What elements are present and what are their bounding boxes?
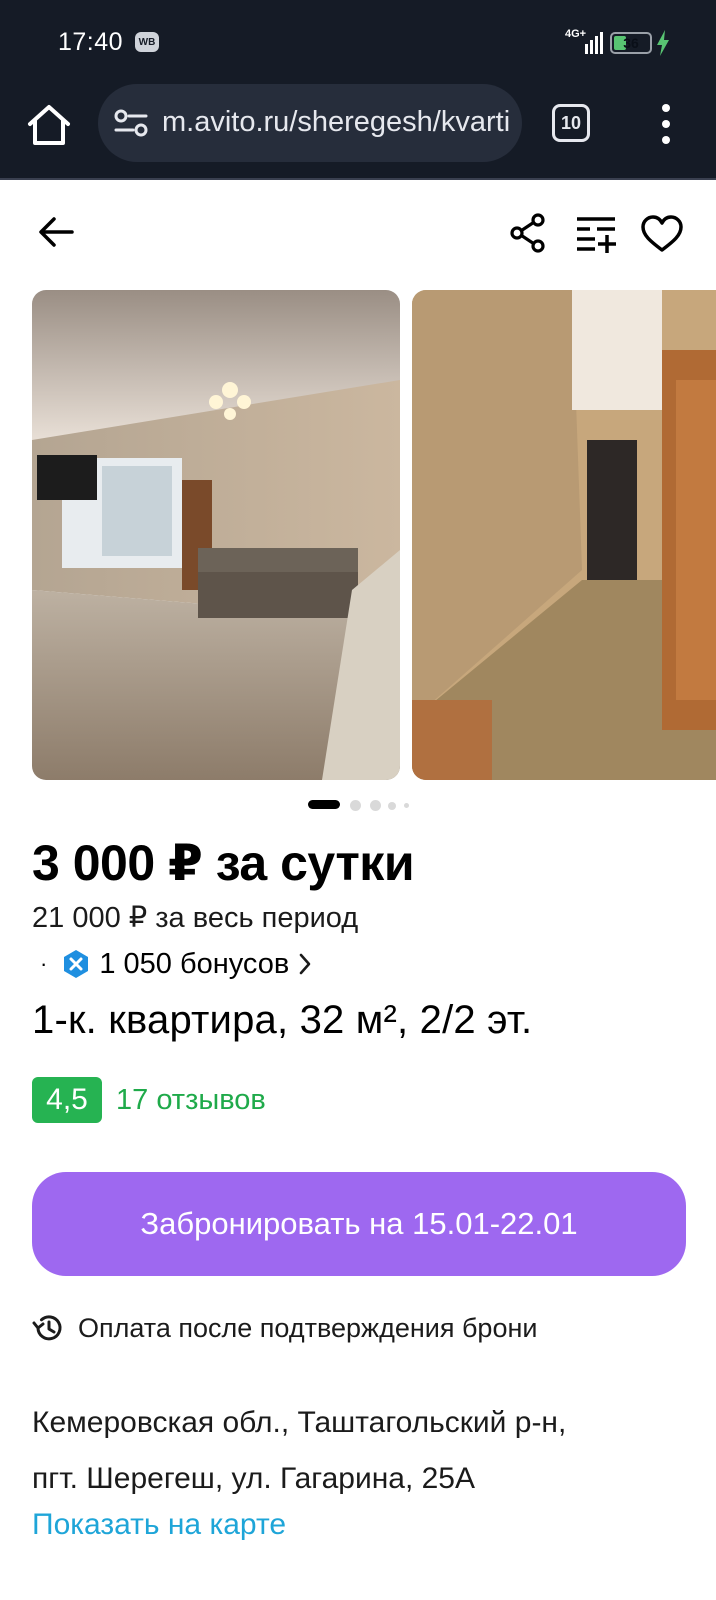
listing-photo[interactable] (32, 290, 400, 780)
hallway-photo-image (412, 290, 716, 780)
favorite-heart-icon[interactable] (640, 214, 684, 254)
signal-icon (585, 32, 603, 54)
pagination-dot (404, 803, 409, 808)
tab-switcher-button[interactable]: 10 (552, 104, 590, 142)
show-on-map-link[interactable]: Показать на карте (32, 1508, 286, 1542)
browser-toolbar: m.avito.ru/sheregesh/kvartiry 10 (0, 84, 716, 180)
chevron-right-icon (299, 953, 311, 975)
payment-note-text: Оплата после подтверждения брони (78, 1312, 538, 1343)
address-line-2: пгт. Шерегеш, ул. Гагарина, 25А (32, 1462, 475, 1495)
photo-gallery[interactable] (0, 290, 716, 780)
more-vert-icon[interactable] (654, 102, 678, 146)
room-photo-image (32, 290, 400, 780)
battery-level: 36 (623, 35, 639, 51)
price-per-day: 3 000 ₽ за сутки (32, 835, 415, 891)
site-settings-icon[interactable] (114, 108, 148, 138)
status-bar: 17:40 WB 4G+ 36 (0, 0, 716, 84)
pagination-dot (370, 800, 381, 811)
listing-photo[interactable] (412, 290, 716, 780)
charging-icon (657, 30, 669, 56)
listing-title: 1-к. квартира, 32 м², 2/2 эт. (32, 998, 533, 1042)
payment-note: Оплата после подтверждения брони (32, 1310, 537, 1346)
share-icon[interactable] (508, 212, 548, 254)
reviews-link[interactable]: 17 отзывов (116, 1084, 266, 1117)
home-icon[interactable] (26, 102, 72, 148)
bonus-separator: · (40, 951, 48, 976)
wb-app-icon: WB (135, 32, 159, 52)
book-button[interactable]: Забронировать на 15.01-22.01 (32, 1172, 686, 1276)
compare-add-icon[interactable] (575, 214, 619, 254)
price-total: 21 000 ₽ за весь период (32, 902, 359, 934)
pagination-dot (350, 800, 361, 811)
status-time: 17:40 (58, 28, 124, 56)
url-text: m.avito.ru/sheregesh/kvartiry (162, 106, 512, 138)
bonus-icon (64, 950, 89, 978)
gallery-pagination (308, 800, 418, 812)
back-arrow-icon[interactable] (36, 212, 76, 252)
bonus-amount: 1 050 бонусов (99, 947, 290, 980)
pagination-dot-active (308, 800, 340, 809)
address-line-1: Кемеровская обл., Таштагольский р-н, (32, 1406, 567, 1439)
battery-icon: 36 (610, 32, 652, 54)
bonus-link[interactable]: · 1 050 бонусов (40, 946, 313, 982)
address-bar[interactable]: m.avito.ru/sheregesh/kvartiry (98, 84, 522, 162)
pagination-dot (388, 802, 396, 810)
rating-badge[interactable]: 4,5 (32, 1077, 102, 1123)
history-clock-icon (32, 1315, 62, 1341)
